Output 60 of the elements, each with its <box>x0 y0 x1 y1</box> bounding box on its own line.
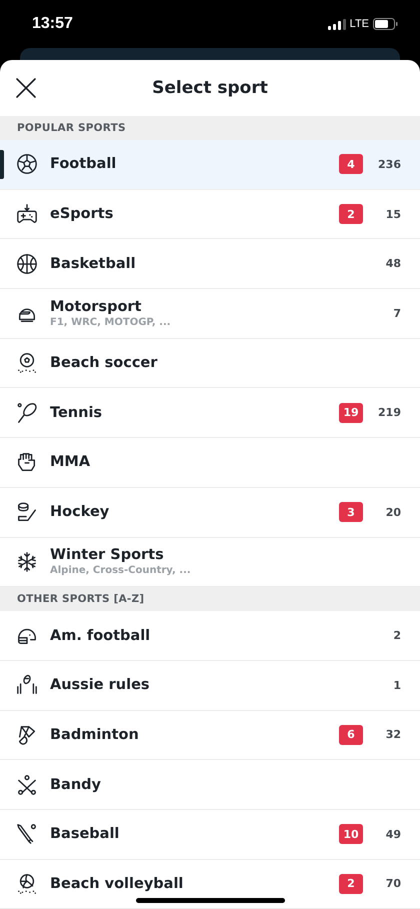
sport-name: Beach soccer <box>50 355 158 372</box>
racket-icon <box>16 402 38 424</box>
live-count-badge: 6 <box>339 724 363 745</box>
gamepad-icon <box>16 203 38 226</box>
sport-name: Am. football <box>50 628 152 644</box>
event-count: 219 <box>377 406 401 420</box>
sport-name: Basketball <box>50 256 137 272</box>
hockey-icon <box>16 501 38 524</box>
snowflake-icon <box>16 550 38 573</box>
sport-name: Beach volleyball <box>50 876 184 892</box>
sport-subtitle: F1, WRC, MOTOGP, ... <box>50 316 172 328</box>
event-count: 7 <box>392 306 401 320</box>
event-count: 20 <box>384 506 401 519</box>
event-count: 48 <box>384 257 401 270</box>
sport-name: Winter Sports <box>50 547 165 564</box>
live-count-badge: 2 <box>339 874 363 894</box>
basketball-icon <box>16 252 38 275</box>
sport-name: MMA <box>50 454 92 470</box>
event-count: 236 <box>377 158 401 171</box>
live-count-badge: 2 <box>339 204 363 224</box>
football-icon <box>16 153 38 176</box>
live-count-badge: 4 <box>339 154 363 174</box>
event-count: 32 <box>384 728 401 742</box>
sport-name: eSports <box>50 206 114 222</box>
sport-name: Football <box>50 156 118 172</box>
live-count-badge: 19 <box>339 402 363 423</box>
sport-name: Hockey <box>50 504 110 520</box>
sheet-title: Select sport <box>151 78 269 98</box>
volleyball-icon <box>16 872 38 895</box>
sport-name: Badminton <box>50 726 140 743</box>
live-count-badge: 10 <box>339 824 363 844</box>
sport-list-item[interactable]: Football 4 236 <box>0 140 420 190</box>
goalposts-icon <box>16 674 38 696</box>
event-count: 70 <box>384 877 401 890</box>
clock-time: 13:57 <box>32 15 74 33</box>
sport-name: Aussie rules <box>50 677 151 694</box>
sport-subtitle: Alpine, Cross-Country, ... <box>50 565 192 576</box>
sport-list-item[interactable]: Winter Sports Alpine, Cross-Country, ... <box>0 538 420 588</box>
sport-name: Tennis <box>50 404 104 421</box>
event-count: 1 <box>392 678 401 692</box>
sport-list-item[interactable]: Badminton 6 32 <box>0 710 420 760</box>
close-button[interactable] <box>14 76 38 100</box>
event-count: 15 <box>384 208 401 221</box>
crossed-sticks-icon <box>16 774 38 796</box>
soccer-ball-icon <box>16 352 38 374</box>
sport-list-item[interactable]: Beach volleyball 2 70 <box>0 860 420 909</box>
event-count: 2 <box>392 629 401 642</box>
sport-name: Bandy <box>50 776 102 793</box>
section-title: POPULAR SPORTS <box>17 122 126 134</box>
sport-name: Baseball <box>50 826 120 842</box>
sport-name: Motorsport <box>50 298 142 315</box>
event-count: 49 <box>384 828 401 841</box>
signal-icon <box>328 18 346 30</box>
section-title: OTHER SPORTS [A-Z] <box>17 593 144 606</box>
live-count-badge: 3 <box>339 502 363 522</box>
network-label: LTE <box>350 18 369 30</box>
sport-list-item[interactable]: eSports 2 15 <box>0 190 420 240</box>
baseball-bat-icon <box>16 823 38 846</box>
fist-icon <box>16 451 38 474</box>
battery-icon <box>373 18 398 30</box>
